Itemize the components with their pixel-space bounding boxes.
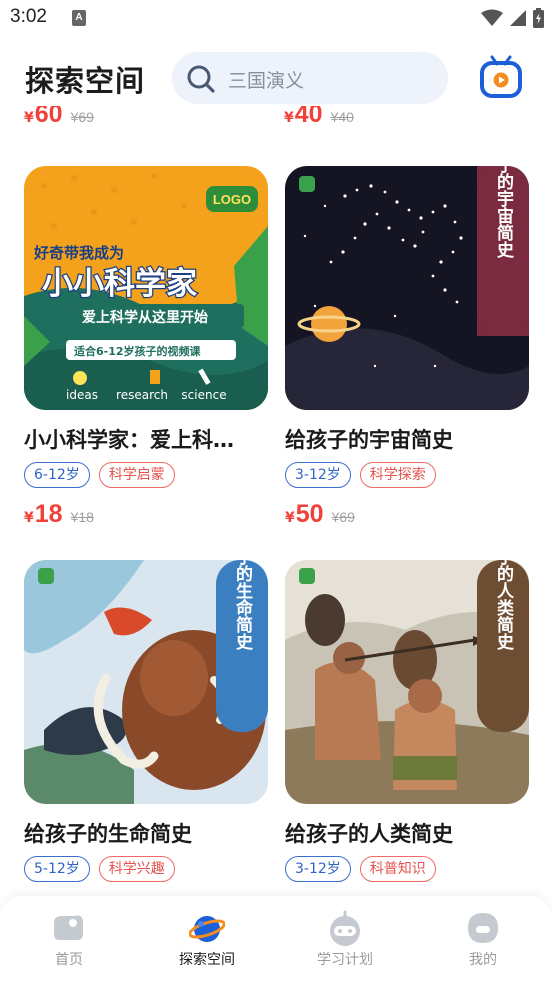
currency-symbol: ¥ (24, 110, 34, 126)
search-icon (187, 65, 215, 93)
original-price: ¥18 (70, 509, 94, 525)
nav-item-explore[interactable]: 探索空间 (152, 910, 262, 969)
price-row: ¥ 40 ¥40 (284, 106, 354, 129)
original-price: ¥69 (70, 109, 94, 125)
home-icon (54, 915, 83, 940)
course-title[interactable]: 给孩子的人类简史 (285, 818, 529, 848)
course-card[interactable]: 给孩子的人类简史 给孩子的人类简史 3-12岁 科普知识 (285, 560, 529, 882)
price-row: ¥ 60 ¥69 (24, 106, 94, 129)
cover-word: research (116, 388, 168, 402)
cover-subtitle: 适合6-12岁孩子的视频课 (74, 344, 202, 358)
nav-item-home[interactable]: 首页 (14, 910, 124, 969)
course-cover[interactable]: 给孩子的人类简史 (285, 560, 529, 804)
nav-label: 首页 (55, 952, 83, 968)
course-cover[interactable]: 给孩子的宇宙简史 (285, 166, 529, 410)
cover-vertical-title: 给孩子的生命简史 (232, 560, 254, 651)
notification-a-icon: A (72, 10, 86, 26)
current-price: 60 (34, 106, 63, 128)
course-card[interactable]: 给孩子的宇宙简史 给孩子的宇宙简史 3-12岁 科学探索 ¥ 50 ¥69 (285, 166, 529, 528)
course-tags: 3-12岁 科学探索 (285, 462, 436, 488)
header: 探索空间 三国演义 (0, 50, 552, 106)
cover-vertical-title: 给孩子的宇宙简史 (493, 166, 514, 259)
wifi-icon (481, 9, 503, 26)
course-cover[interactable]: LOGO 好奇带我成为 小小科学家 爱上科学从这里开始 适合6-12岁孩子的视频… (24, 166, 268, 410)
explore-page: { "status_bar": { "time": "3:02", "a_ico… (0, 0, 552, 983)
original-price: ¥40 (330, 109, 354, 125)
nav-item-study-plan[interactable]: 学习计划 (290, 910, 400, 969)
cover-word: science (181, 388, 226, 402)
course-tags: 5-12岁 科学兴趣 (24, 856, 175, 882)
age-tag: 3-12岁 (285, 462, 351, 488)
price-row: ¥ 18 ¥18 (24, 500, 94, 529)
signal-icon (510, 10, 526, 26)
cover-illustration: 给孩子的生命简史 (24, 560, 268, 804)
cover-illustration: LOGO 好奇带我成为 小小科学家 爱上科学从这里开始 适合6-12岁孩子的视频… (24, 166, 268, 410)
search-placeholder: 三国演义 (228, 70, 305, 92)
currency-symbol: ¥ (284, 110, 294, 126)
category-tag: 科学启蒙 (98, 462, 175, 488)
course-title[interactable]: 给孩子的宇宙简史 (285, 424, 529, 454)
cover-illustration: 给孩子的宇宙简史 (285, 166, 529, 410)
status-icons (481, 8, 544, 28)
course-card[interactable]: LOGO 好奇带我成为 小小科学家 爱上科学从这里开始 适合6-12岁孩子的视频… (24, 166, 268, 528)
current-price: 18 (34, 500, 63, 528)
course-tags: 6-12岁 科学启蒙 (24, 462, 175, 488)
nav-label: 探索空间 (179, 952, 235, 968)
category-tag: 科学兴趣 (98, 856, 175, 882)
bottom-nav: 首页 探索空间 学习计划 我的 (0, 896, 552, 983)
original-price: ¥69 (331, 509, 355, 525)
category-tag: 科普知识 (359, 856, 436, 882)
status-time: 3:02 (10, 6, 47, 27)
course-cover[interactable]: 给孩子的生命简史 (24, 560, 268, 804)
course-grid: ¥ 60 ¥69 ¥ 40 ¥40 LOGO 好奇带我成为 小小科学家 爱上科学… (0, 106, 552, 896)
cover-illustration: 给孩子的人类简史 (285, 560, 529, 804)
course-card[interactable]: 给孩子的生命简史 给孩子的生命简史 5-12岁 科学兴趣 (24, 560, 268, 882)
age-tag: 3-12岁 (285, 856, 351, 882)
tv-play-icon[interactable] (478, 54, 524, 100)
cover-big-title: 小小科学家 (42, 266, 197, 302)
cover-word: ideas (66, 388, 98, 402)
nav-label: 学习计划 (317, 952, 373, 968)
age-tag: 5-12岁 (24, 856, 90, 882)
category-tag: 科学探索 (359, 462, 436, 488)
robot-icon (330, 910, 360, 946)
currency-symbol: ¥ (285, 510, 295, 526)
cover-banner: 爱上科学从这里开始 (82, 309, 208, 326)
current-price: 50 (295, 500, 324, 528)
battery-icon (533, 8, 544, 28)
price-row: ¥ 50 ¥69 (285, 500, 355, 529)
course-title[interactable]: 小小科学家：爱上科… (24, 424, 268, 454)
nav-label: 我的 (469, 952, 497, 968)
current-price: 40 (294, 106, 323, 128)
profile-icon (468, 913, 498, 943)
cover-line1: 好奇带我成为 (33, 244, 124, 262)
page-title: 探索空间 (25, 64, 146, 98)
currency-symbol: ¥ (24, 510, 34, 526)
course-title[interactable]: 给孩子的生命简史 (24, 818, 268, 848)
svg-text:LOGO: LOGO (213, 192, 251, 207)
cover-vertical-title: 给孩子的人类简史 (493, 560, 514, 651)
nav-item-profile[interactable]: 我的 (428, 910, 538, 969)
search-input[interactable]: 三国演义 (172, 52, 448, 104)
age-tag: 6-12岁 (24, 462, 90, 488)
course-tags: 3-12岁 科普知识 (285, 856, 436, 882)
planet-icon (189, 916, 225, 942)
status-bar: 3:02 A (0, 0, 552, 38)
